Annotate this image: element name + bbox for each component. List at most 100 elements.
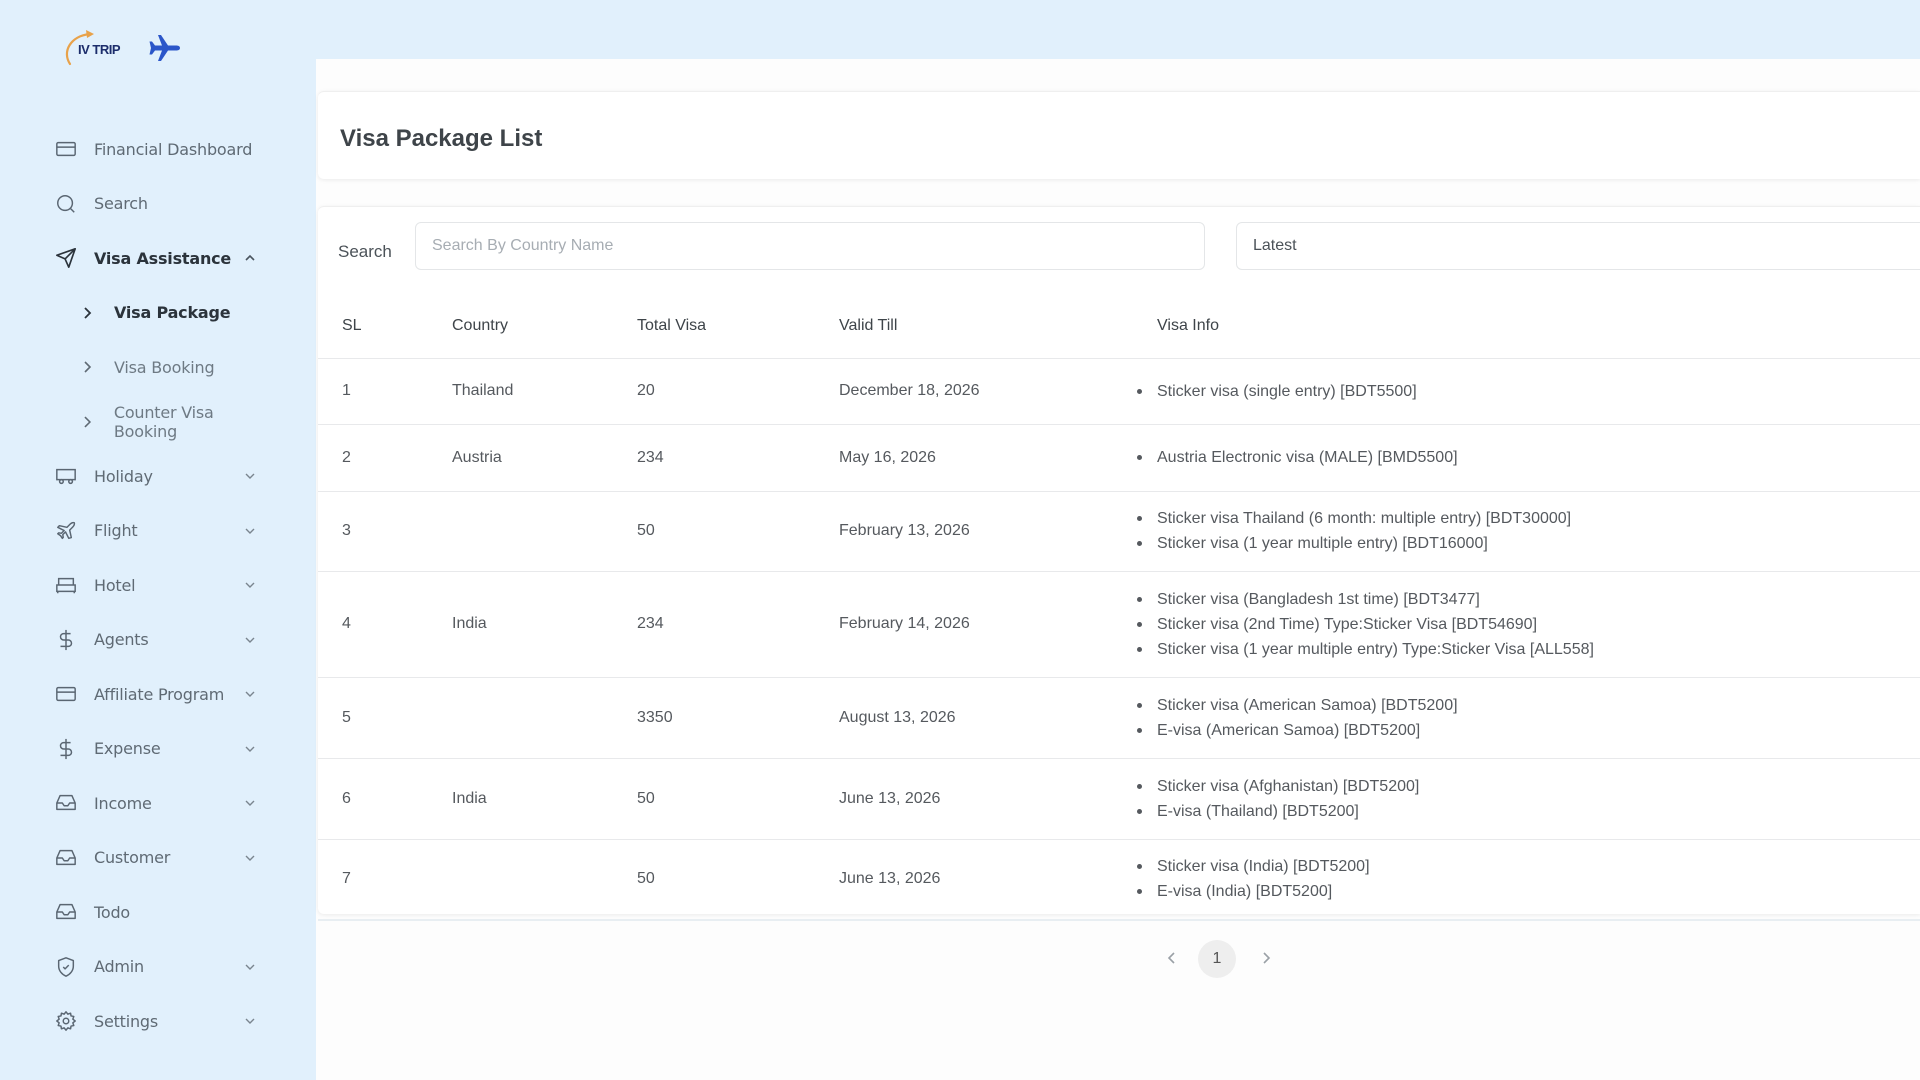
visa-info-item: E-visa (Thailand) [BDT5200] bbox=[1137, 799, 1920, 824]
column-header-valid-till[interactable]: Valid Till bbox=[839, 295, 1157, 359]
column-header-sl[interactable]: SL bbox=[318, 295, 452, 359]
visa-info-item: Sticker visa (Bangladesh 1st time) [BDT3… bbox=[1137, 587, 1920, 612]
table-row[interactable]: 5 3350 August 13, 2026 Sticker visa (Ame… bbox=[318, 677, 1920, 759]
cell-valid-till: December 18, 2026 bbox=[839, 358, 1157, 425]
chevron-down-icon bbox=[245, 855, 255, 861]
sidebar-nav: Financial Dashboard Search Visa Assistan… bbox=[40, 122, 280, 1049]
chevron-right-icon bbox=[84, 361, 92, 373]
sidebar-item-visa-assistance[interactable]: Visa Assistance bbox=[40, 231, 280, 286]
table-row[interactable]: 4 India 234 February 14, 2026 Sticker vi… bbox=[318, 571, 1920, 678]
sidebar-item-financial-dashboard[interactable]: Financial Dashboard bbox=[40, 122, 280, 177]
chevron-down-icon bbox=[245, 746, 255, 752]
cell-country: Thailand bbox=[452, 358, 637, 425]
send-icon bbox=[54, 246, 78, 270]
column-header-country[interactable]: Country bbox=[452, 295, 637, 359]
search-input[interactable] bbox=[415, 222, 1205, 270]
column-header-visa-info[interactable]: Visa Info bbox=[1157, 295, 1920, 359]
brand-logo[interactable]: IV TRIP bbox=[64, 26, 182, 70]
table-row[interactable]: 2 Austria 234 May 16, 2026 Austria Elect… bbox=[318, 424, 1920, 492]
logo-mark: IV TRIP bbox=[64, 28, 134, 68]
brand-name: IV TRIP bbox=[78, 42, 121, 57]
cell-sl: 4 bbox=[318, 571, 452, 678]
visa-package-table: SL Country Total Visa Valid Till Visa In… bbox=[318, 295, 1920, 921]
search-icon bbox=[54, 192, 78, 216]
cell-total-visa: 234 bbox=[637, 571, 839, 678]
previous-page-button[interactable] bbox=[1158, 940, 1186, 976]
sidebar-item-admin[interactable]: Admin bbox=[40, 940, 280, 995]
cell-valid-till: February 13, 2026 bbox=[839, 491, 1157, 572]
page-title: Visa Package List bbox=[340, 125, 543, 152]
table-row[interactable]: 1 Thailand 20 December 18, 2026 Sticker … bbox=[318, 358, 1920, 425]
cell-valid-till: August 13, 2026 bbox=[839, 677, 1157, 759]
sidebar-item-flight[interactable]: Flight bbox=[40, 504, 280, 559]
sidebar-subitem-label: Visa Package bbox=[114, 303, 231, 323]
sidebar-item-label: Agents bbox=[94, 630, 149, 650]
cell-valid-till: February 14, 2026 bbox=[839, 571, 1157, 678]
sidebar-item-label: Income bbox=[94, 793, 152, 813]
sidebar-item-agents[interactable]: Agents bbox=[40, 613, 280, 668]
sidebar-item-label: Flight bbox=[94, 521, 138, 541]
cell-sl: 6 bbox=[318, 758, 452, 840]
chevron-down-icon bbox=[245, 691, 255, 698]
sidebar-item-hotel[interactable]: Hotel bbox=[40, 558, 280, 613]
cell-visa-info: Sticker visa (India) [BDT5200] E-visa (I… bbox=[1137, 839, 1920, 921]
cell-sl: 5 bbox=[318, 677, 452, 759]
page-header-card: Visa Package List bbox=[318, 91, 1920, 179]
chevron-down-icon bbox=[245, 964, 255, 970]
cell-visa-info: Sticker visa (American Samoa) [BDT5200] … bbox=[1137, 677, 1920, 759]
sort-select-value: Latest bbox=[1253, 237, 1297, 254]
sidebar-item-label: Affiliate Program bbox=[94, 684, 225, 704]
cell-country: Austria bbox=[452, 424, 637, 492]
bus-icon bbox=[54, 464, 78, 488]
cell-visa-info: Sticker visa Thailand (6 month: multiple… bbox=[1137, 491, 1920, 572]
sidebar-item-settings[interactable]: Settings bbox=[40, 994, 280, 1049]
cell-valid-till: June 13, 2026 bbox=[839, 839, 1157, 921]
gear-icon bbox=[54, 1009, 78, 1033]
sidebar-item-income[interactable]: Income bbox=[40, 776, 280, 831]
sidebar-subitem-counter-visa-booking[interactable]: Counter Visa Booking bbox=[40, 395, 280, 450]
sidebar-item-todo[interactable]: Todo bbox=[40, 885, 280, 940]
next-page-button[interactable] bbox=[1252, 940, 1280, 976]
sidebar-item-customer[interactable]: Customer bbox=[40, 831, 280, 886]
sidebar: IV TRIP Financial Dashboard Search Visa … bbox=[0, 0, 313, 1080]
column-header-total-visa[interactable]: Total Visa bbox=[637, 295, 839, 359]
cell-sl: 2 bbox=[318, 424, 452, 492]
visa-info-item: Austria Electronic visa (MALE) [BMD5500] bbox=[1137, 445, 1920, 470]
cell-total-visa: 3350 bbox=[637, 677, 839, 759]
table-header-row: SL Country Total Visa Valid Till Visa In… bbox=[318, 295, 1920, 359]
inbox-icon bbox=[54, 846, 78, 870]
cell-valid-till: June 13, 2026 bbox=[839, 758, 1157, 840]
sidebar-subitem-label: Visa Booking bbox=[114, 357, 215, 377]
visa-info-item: Sticker visa (single entry) [BDT5500] bbox=[1137, 379, 1920, 404]
sidebar-item-search[interactable]: Search bbox=[40, 177, 280, 232]
chevron-left-icon bbox=[1167, 952, 1175, 964]
table-row[interactable]: 7 50 June 13, 2026 Sticker visa (India) … bbox=[318, 839, 1920, 921]
sidebar-item-affiliate-program[interactable]: Affiliate Program bbox=[40, 667, 280, 722]
visa-info-item: Sticker visa (1 year multiple entry) Typ… bbox=[1137, 637, 1920, 662]
chevron-down-icon bbox=[245, 800, 255, 807]
sidebar-subitem-label: Counter Visa Booking bbox=[113, 402, 214, 441]
table-row[interactable]: 6 India 50 June 13, 2026 Sticker visa (A… bbox=[318, 758, 1920, 840]
sidebar-item-holiday[interactable]: Holiday bbox=[40, 449, 280, 504]
cell-visa-info: Austria Electronic visa (MALE) [BMD5500] bbox=[1137, 424, 1920, 492]
sidebar-item-label: Expense bbox=[94, 739, 161, 759]
sidebar-subitem-visa-booking[interactable]: Visa Booking bbox=[40, 340, 280, 395]
sort-select[interactable]: Latest bbox=[1236, 222, 1920, 270]
sidebar-subitem-visa-package[interactable]: Visa Package bbox=[40, 286, 280, 341]
cell-total-visa: 50 bbox=[637, 839, 839, 921]
cell-visa-info: Sticker visa (Afghanistan) [BDT5200] E-v… bbox=[1137, 758, 1920, 840]
cell-sl: 7 bbox=[318, 839, 452, 921]
table-row[interactable]: 3 50 February 13, 2026 Sticker visa Thai… bbox=[318, 491, 1920, 572]
credit-card-icon bbox=[54, 682, 78, 706]
visa-info-item: Sticker visa (1 year multiple entry) [BD… bbox=[1137, 531, 1920, 556]
sidebar-item-label: Hotel bbox=[94, 575, 136, 595]
dollar-icon bbox=[54, 737, 78, 761]
cell-total-visa: 20 bbox=[637, 358, 839, 425]
cell-sl: 3 bbox=[318, 491, 452, 572]
sidebar-item-expense[interactable]: Expense bbox=[40, 722, 280, 777]
page-button-current[interactable]: 1 bbox=[1198, 940, 1236, 978]
visa-info-item: Sticker visa (India) [BDT5200] bbox=[1137, 854, 1920, 879]
cell-total-visa: 234 bbox=[637, 424, 839, 492]
sidebar-item-label: Todo bbox=[94, 902, 130, 922]
sidebar-item-label: Holiday bbox=[94, 466, 153, 486]
